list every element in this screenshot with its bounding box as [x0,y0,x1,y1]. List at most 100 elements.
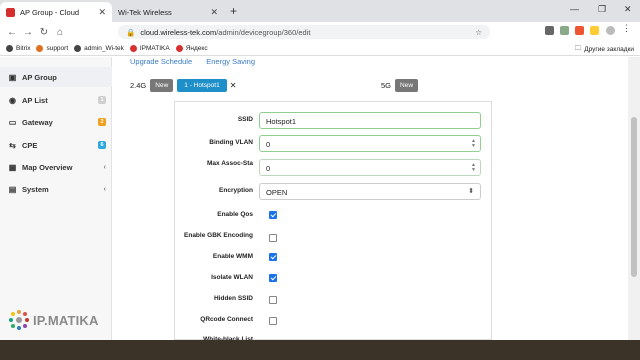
remove-ssid-icon[interactable]: ✕ [230,81,237,90]
sidebar-item-system[interactable]: ▤ System ‹ [0,179,112,199]
ssid-label: SSID [237,116,253,123]
browser-tab-bar: AP Group - Cloud ✕ Wi-Tek Wireless ✕ + —… [0,0,640,22]
yandex-icon [175,45,183,52]
spinner-icon[interactable]: ▲ ▼ [471,139,476,149]
isolate-checkbox[interactable] [269,274,277,282]
chevron-left-icon: ‹ [103,185,106,193]
hidden-ssid-label: Hidden SSID [213,295,253,302]
qos-label: Enable Qos [217,211,253,218]
assoc-label: Max Assoc-Sta [207,160,253,167]
globe-icon [74,45,82,52]
qrcode-checkbox[interactable] [269,317,277,325]
browser-tab-witek[interactable]: Wi-Tek Wireless ✕ [112,2,224,22]
wmm-checkbox[interactable] [269,253,277,261]
checkbox-row-gbk: Enable GBK Encoding [175,230,493,248]
bookmark-ipmatika[interactable]: IPMATIKA [129,45,170,52]
forward-icon[interactable]: → [20,27,36,38]
new-ssid-24g-button[interactable]: New [150,79,174,92]
tab-upgrade-schedule[interactable]: Upgrade Schedule [130,57,192,66]
ssid-tab-hotspot1[interactable]: 1 - Hotspot1 [177,79,227,92]
gbk-label: Enable GBK Encoding [184,232,253,239]
main-content: Upgrade Schedule Energy Saving 2.4G New … [113,57,628,343]
extension-icon[interactable] [590,26,599,35]
page-scrollbar[interactable] [628,57,640,340]
tab-title: AP Group - Cloud [20,7,80,17]
menu-icon[interactable]: ⋮ [622,23,631,33]
band-24g-row: 2.4G New 1 - Hotspot1 ✕ [130,79,236,92]
count-badge: 2 [98,118,106,126]
assoc-input[interactable]: 0 ▲ ▼ [259,159,481,176]
profile-icon[interactable] [606,26,615,35]
close-tab-icon[interactable]: ✕ [98,7,106,18]
url-path: /admin/devicegroup/360/edit [216,27,311,37]
ipmatika-logo: IP.MATIKA [8,309,99,331]
band-5g-label: 5G [381,81,392,90]
hidden-ssid-checkbox[interactable] [269,296,277,304]
sidebar-item-ap-list[interactable]: ◉ AP List 1 [0,90,112,110]
briefcase-icon: ▣ [8,72,17,82]
browser-tab-ap-group[interactable]: AP Group - Cloud ✕ [0,2,112,22]
logo-text: IP.MATIKA [33,312,99,328]
bookmark-support[interactable]: support [36,45,68,52]
url-host: cloud.wireless-tek.com [140,27,217,37]
close-tab-icon[interactable]: ✕ [210,7,218,18]
download-icon[interactable] [545,26,554,35]
isolate-label: Isolate WLAN [211,274,253,281]
vlan-row: Binding VLAN 0 ▲ ▼ [175,135,493,153]
bookmark-admin-witek[interactable]: admin_Wi-tek [74,45,124,52]
sidebar-item-gateway[interactable]: ▭ Gateway 2 [0,112,112,132]
address-bar-row: ← → ↻ ⌂ 🔒 cloud.wireless-tek.com/admin/d… [0,22,640,42]
band-5g-row: 5G New [381,79,419,92]
wmm-label: Enable WMM [212,253,253,260]
encryption-select[interactable]: OPEN ⬍ [259,183,481,200]
qos-checkbox[interactable] [269,211,277,219]
lock-icon: 🔒 [126,27,136,37]
qrcode-label: QRcode Connect [200,316,253,323]
home-icon[interactable]: ⌂ [52,27,68,38]
bookmark-bitrix[interactable]: Bitrix [6,45,30,52]
vlan-input[interactable]: 0 ▲ ▼ [259,135,481,152]
extension-icon[interactable] [575,26,584,35]
cpe-icon: ⇆ [9,140,16,150]
star-icon[interactable]: ☆ [475,28,482,37]
url-field[interactable]: 🔒 cloud.wireless-tek.com/admin/devicegro… [118,25,490,39]
ipmatika-icon [129,45,137,52]
tab-energy-saving[interactable]: Energy Saving [206,57,255,66]
sidebar-item-ap-group[interactable]: ▣ AP Group [0,67,112,87]
gear-icon: ▤ [8,184,17,194]
new-ssid-5g-button[interactable]: New [395,79,419,92]
tab-title: Wi-Tek Wireless [118,7,172,17]
minimize-icon[interactable]: — [570,4,579,14]
close-window-icon[interactable]: ✕ [624,4,632,15]
reload-icon[interactable]: ↻ [36,27,52,38]
sidebar-item-cpe[interactable]: ⇆ CPE 6 [0,135,112,155]
bookmark-yandex[interactable]: Яндекс [175,45,208,52]
ipmatika-logo-icon [9,310,29,330]
checkbox-row-qos: Enable Qos [175,209,493,227]
encryption-row: Encryption OPEN ⬍ [175,183,493,201]
broadcast-icon: ◉ [9,95,16,105]
checkbox-row-wmm: Enable WMM [175,251,493,269]
new-tab-icon[interactable]: + [230,4,237,18]
os-taskbar [0,340,640,360]
checkbox-row-qrcode: QRcode Connect [175,314,493,332]
subtabs: Upgrade Schedule Energy Saving [130,57,267,66]
restore-icon[interactable]: ❐ [598,4,606,15]
sidebar-item-map-overview[interactable]: ▦ Map Overview ‹ [0,157,112,177]
map-icon: ▦ [8,162,17,172]
spinner-icon[interactable]: ▲ ▼ [471,163,476,173]
ssid-input[interactable]: Hotspot1 [259,112,481,129]
gbk-checkbox[interactable] [269,234,277,242]
ssid-row: SSID Hotspot1 [175,112,493,130]
back-icon[interactable]: ← [4,27,20,38]
extension-icon[interactable] [560,26,569,35]
other-bookmarks[interactable]: 🗀 Другие закладки [575,44,634,55]
ipmatika-favicon-icon [6,7,15,17]
band-24g-label: 2.4G [130,81,147,90]
encryption-label: Encryption [219,187,253,194]
scrollbar-thumb[interactable] [631,117,637,277]
assoc-row: Max Assoc-Sta 0 ▲ ▼ [175,159,493,177]
gateway-icon: ▭ [8,117,17,127]
chevron-updown-icon: ⬍ [468,188,474,195]
count-badge: 6 [98,141,106,149]
